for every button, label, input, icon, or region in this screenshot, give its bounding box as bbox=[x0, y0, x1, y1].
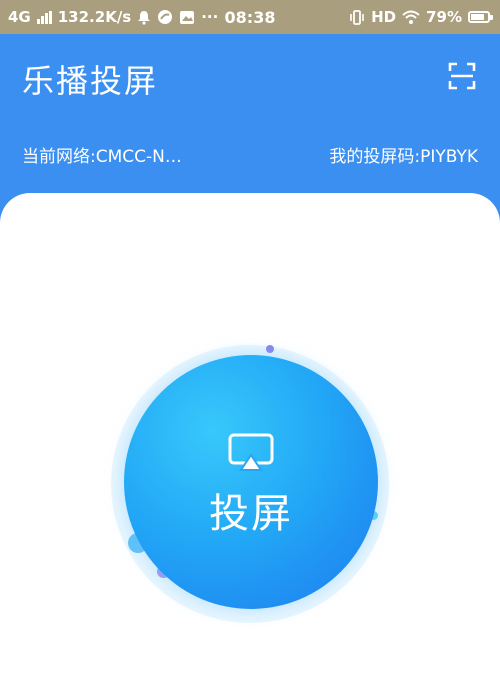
orbit-dot-top bbox=[266, 345, 274, 353]
cast-code-label: 我的投屏码:PIYBYK bbox=[329, 147, 478, 167]
battery-fill bbox=[471, 14, 484, 20]
hd-label: HD bbox=[371, 8, 397, 26]
current-network-label: 当前网络:CMCC-N… bbox=[22, 147, 182, 167]
cast-button[interactable]: 投屏 bbox=[124, 355, 378, 609]
battery-percent: 79% bbox=[426, 8, 462, 26]
status-bar-right: HD 79% bbox=[349, 8, 493, 26]
app-screen: 4G 132.2K/s ··· 08:38 HD 79% 乐播投屏 当前网络:C… bbox=[0, 0, 500, 700]
page-title: 乐播投屏 bbox=[22, 62, 159, 100]
scan-icon[interactable] bbox=[448, 62, 476, 90]
wifi-icon bbox=[402, 10, 420, 24]
cast-button-label: 投屏 bbox=[209, 491, 293, 537]
status-bar: 4G 132.2K/s ··· 08:38 HD 79% bbox=[0, 0, 500, 34]
vibrate-icon bbox=[349, 9, 365, 25]
info-row: 当前网络:CMCC-N… 我的投屏码:PIYBYK bbox=[22, 142, 478, 167]
battery-icon bbox=[468, 11, 493, 23]
screen-cast-icon bbox=[228, 433, 274, 471]
